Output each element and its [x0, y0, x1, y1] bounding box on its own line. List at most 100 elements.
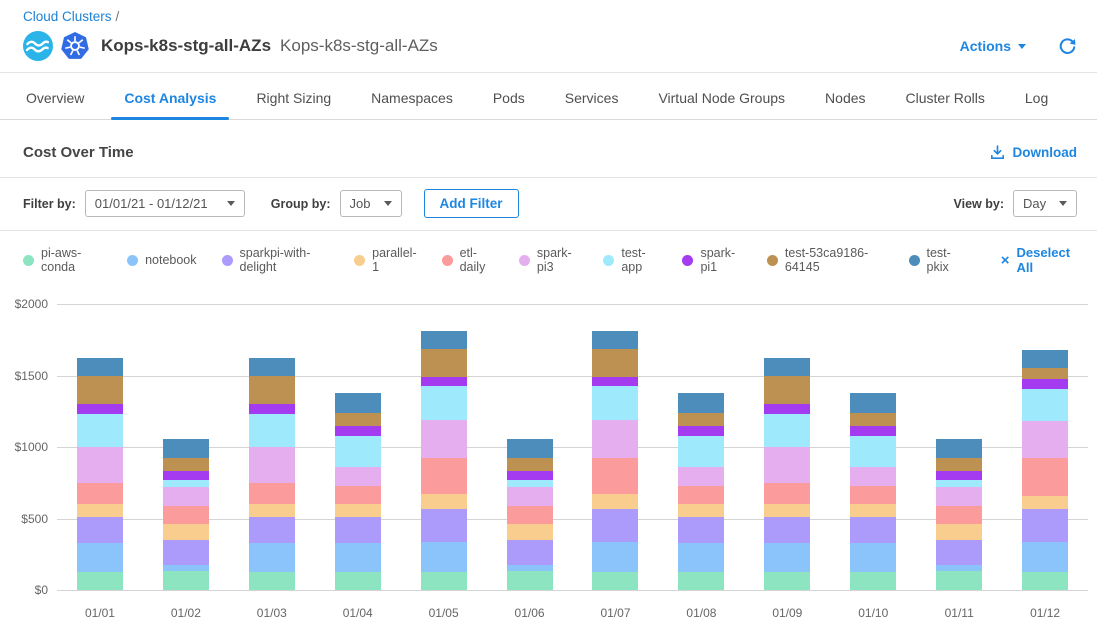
bar-segment-etl-daily[interactable] [249, 483, 295, 504]
bar-segment-test-53ca9186-64145[interactable] [850, 413, 896, 426]
bar-segment-test-53ca9186-64145[interactable] [764, 376, 810, 404]
bar-segment-spark-pi3[interactable] [764, 447, 810, 483]
bar-segment-spark-pi3[interactable] [421, 420, 467, 459]
bar-segment-notebook[interactable] [249, 543, 295, 572]
bar-segment-spark-pi1[interactable] [1022, 379, 1068, 389]
bar-segment-test-53ca9186-64145[interactable] [1022, 368, 1068, 379]
tab-log[interactable]: Log [1022, 74, 1051, 119]
bar-segment-pi-aws-conda[interactable] [507, 571, 553, 590]
bar-segment-test-53ca9186-64145[interactable] [936, 458, 982, 471]
tab-right-sizing[interactable]: Right Sizing [253, 74, 334, 119]
bar-segment-spark-pi1[interactable] [850, 426, 896, 437]
bar-segment-spark-pi1[interactable] [77, 404, 123, 414]
bar-segment-test-pkix[interactable] [1022, 350, 1068, 369]
bar-segment-spark-pi3[interactable] [249, 447, 295, 483]
bar-segment-spark-pi3[interactable] [335, 467, 381, 486]
legend-item-etl-daily[interactable]: etl-daily [442, 246, 494, 274]
bar-segment-spark-pi1[interactable] [249, 404, 295, 414]
legend-item-parallel-1[interactable]: parallel-1 [354, 246, 416, 274]
bar-segment-test-pkix[interactable] [678, 393, 724, 412]
bar-segment-etl-daily[interactable] [592, 458, 638, 494]
bar-segment-test-53ca9186-64145[interactable] [249, 376, 295, 404]
bar-segment-test-app[interactable] [936, 480, 982, 487]
bar-segment-test-pkix[interactable] [421, 331, 467, 350]
bar-segment-spark-pi1[interactable] [421, 377, 467, 386]
bar-segment-spark-pi1[interactable] [936, 471, 982, 480]
bar-segment-parallel-1[interactable] [764, 504, 810, 517]
bar-segment-etl-daily[interactable] [421, 458, 467, 494]
bar-segment-spark-pi3[interactable] [936, 487, 982, 506]
bar-segment-pi-aws-conda[interactable] [764, 572, 810, 590]
bar-segment-test-app[interactable] [335, 436, 381, 467]
date-range-select[interactable]: 01/01/21 - 01/12/21 [85, 190, 245, 217]
tab-namespaces[interactable]: Namespaces [368, 74, 456, 119]
bar-segment-pi-aws-conda[interactable] [335, 572, 381, 590]
bar-segment-notebook[interactable] [421, 542, 467, 572]
bar-segment-spark-pi3[interactable] [163, 487, 209, 506]
tab-cost-analysis[interactable]: Cost Analysis [121, 74, 219, 119]
actions-button[interactable]: Actions [960, 38, 1026, 54]
bar-segment-notebook[interactable] [1022, 542, 1068, 572]
bar-segment-test-app[interactable] [421, 386, 467, 420]
bar-segment-test-app[interactable] [77, 414, 123, 447]
bar-segment-spark-pi3[interactable] [592, 420, 638, 459]
bar-segment-test-pkix[interactable] [850, 393, 896, 412]
bar-segment-spark-pi1[interactable] [335, 426, 381, 437]
bar-segment-test-pkix[interactable] [249, 358, 295, 376]
bar-segment-test-app[interactable] [249, 414, 295, 447]
bar-segment-sparkpi-with-delight[interactable] [421, 509, 467, 543]
bar-segment-sparkpi-with-delight[interactable] [592, 509, 638, 543]
bar-segment-test-pkix[interactable] [936, 439, 982, 458]
bar-segment-parallel-1[interactable] [163, 524, 209, 540]
deselect-all-button[interactable]: ×Deselect All [1001, 245, 1077, 275]
refresh-button[interactable] [1058, 37, 1077, 56]
bar-segment-pi-aws-conda[interactable] [936, 571, 982, 590]
group-by-select[interactable]: Job [340, 190, 402, 217]
bar-segment-spark-pi1[interactable] [163, 471, 209, 480]
bar-segment-parallel-1[interactable] [592, 494, 638, 508]
bar-segment-pi-aws-conda[interactable] [678, 572, 724, 590]
bar-segment-etl-daily[interactable] [507, 506, 553, 524]
bar-segment-parallel-1[interactable] [421, 494, 467, 508]
tab-virtual-node-groups[interactable]: Virtual Node Groups [655, 74, 788, 119]
bar-segment-spark-pi3[interactable] [507, 487, 553, 506]
bar-segment-sparkpi-with-delight[interactable] [678, 517, 724, 543]
bar-segment-parallel-1[interactable] [678, 504, 724, 517]
bar-segment-parallel-1[interactable] [936, 524, 982, 540]
bar-segment-test-53ca9186-64145[interactable] [507, 458, 553, 471]
bar-segment-parallel-1[interactable] [1022, 496, 1068, 509]
bar-segment-test-app[interactable] [850, 436, 896, 467]
bar-segment-spark-pi3[interactable] [1022, 421, 1068, 459]
bar-segment-notebook[interactable] [335, 543, 381, 572]
bar-segment-etl-daily[interactable] [77, 483, 123, 504]
bar-segment-test-53ca9186-64145[interactable] [592, 349, 638, 377]
bar-segment-pi-aws-conda[interactable] [163, 571, 209, 590]
tab-cluster-rolls[interactable]: Cluster Rolls [903, 74, 988, 119]
bar-segment-sparkpi-with-delight[interactable] [249, 517, 295, 543]
legend-item-pi-aws-conda[interactable]: pi-aws-conda [23, 246, 102, 274]
bar-segment-etl-daily[interactable] [335, 486, 381, 504]
view-by-select[interactable]: Day [1013, 190, 1077, 217]
bar-segment-test-pkix[interactable] [507, 439, 553, 458]
legend-item-notebook[interactable]: notebook [127, 253, 196, 267]
bar-segment-spark-pi1[interactable] [764, 404, 810, 414]
bar-segment-test-pkix[interactable] [592, 331, 638, 350]
bar-segment-parallel-1[interactable] [249, 504, 295, 517]
bar-segment-parallel-1[interactable] [850, 504, 896, 517]
bar-segment-sparkpi-with-delight[interactable] [1022, 509, 1068, 543]
bar-segment-pi-aws-conda[interactable] [592, 572, 638, 590]
bar-segment-notebook[interactable] [592, 542, 638, 572]
breadcrumb-link-cloud-clusters[interactable]: Cloud Clusters [23, 9, 112, 24]
bar-segment-test-53ca9186-64145[interactable] [163, 458, 209, 471]
legend-item-test-pkix[interactable]: test-pkix [909, 246, 964, 274]
legend-item-test-53ca9186-64145[interactable]: test-53ca9186-64145 [767, 246, 884, 274]
bar-segment-sparkpi-with-delight[interactable] [163, 540, 209, 565]
legend-item-spark-pi3[interactable]: spark-pi3 [519, 246, 578, 274]
bar-segment-sparkpi-with-delight[interactable] [77, 517, 123, 543]
bar-segment-pi-aws-conda[interactable] [1022, 572, 1068, 590]
bar-segment-parallel-1[interactable] [77, 504, 123, 517]
bar-segment-test-app[interactable] [592, 386, 638, 420]
bar-segment-etl-daily[interactable] [678, 486, 724, 504]
bar-segment-etl-daily[interactable] [1022, 458, 1068, 495]
bar-segment-etl-daily[interactable] [764, 483, 810, 504]
